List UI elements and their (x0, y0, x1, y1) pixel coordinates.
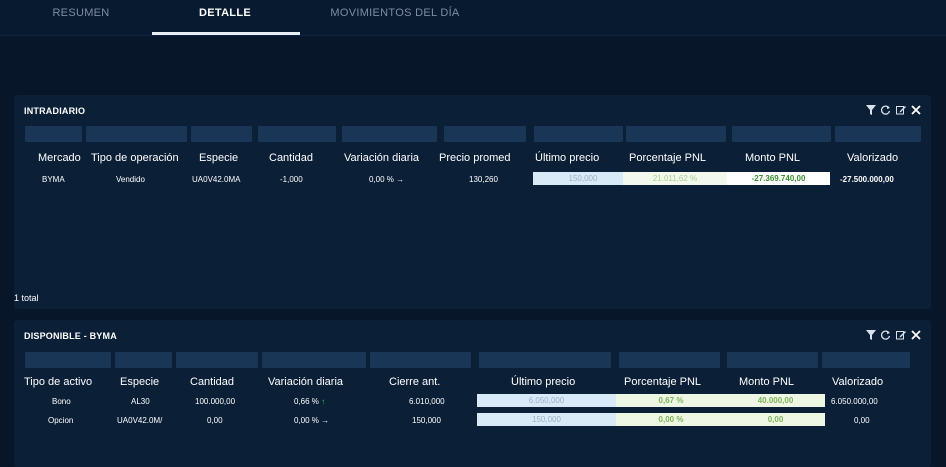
edit-icon[interactable] (895, 329, 906, 341)
arrow-right-icon: → (321, 416, 330, 425)
cell-porcentaje-pnl: 0,67 % (616, 394, 726, 407)
cell-porcentaje-pnl: 21.011,62 % (623, 172, 727, 185)
cell-precio-promed: 130,260 (469, 175, 498, 184)
refresh-icon[interactable] (880, 329, 891, 341)
cell-variacion: 0,00 % → (294, 416, 329, 425)
filter-input-ultimo-precio[interactable] (479, 352, 611, 368)
filter-icon[interactable] (865, 329, 876, 341)
cell-valorizado: -27.500.000,00 (840, 175, 894, 184)
filter-row (14, 352, 931, 370)
cell-tipo: Vendido (116, 175, 145, 184)
cell-valorizado: 0,00 (854, 416, 870, 425)
column-header-valorizado[interactable]: Valorizado (832, 376, 883, 388)
filter-input-variacion[interactable] (342, 126, 437, 142)
column-header-porcentaje-pnl[interactable]: Porcentaje PNL (624, 376, 701, 388)
cell-variacion: 0,00 % → (369, 175, 404, 184)
filter-input-valorizado[interactable] (835, 126, 921, 142)
column-header-cantidad[interactable]: Cantidad (269, 152, 313, 164)
variacion-value: 0,00 % (369, 175, 394, 184)
cell-ultimo-precio: 150,000 (477, 413, 616, 426)
cell-especie: UA0V42.0M/ (117, 416, 163, 425)
panel-title: DISPONIBLE - BYMA (24, 331, 117, 341)
filter-input-cierre-ant[interactable] (370, 352, 471, 368)
filter-input-cantidad[interactable] (176, 352, 258, 368)
filter-input-tipo-operacion[interactable] (86, 126, 187, 142)
cell-cierre-ant: 6.010,000 (409, 397, 445, 406)
column-header-tipo-operacion[interactable]: Tipo de operación (91, 152, 179, 164)
column-header-variacion-diaria[interactable]: Variación diaria (268, 376, 343, 388)
filter-input-especie[interactable] (115, 352, 172, 368)
column-header-cierre-ant[interactable]: Cierre ant. (389, 376, 440, 388)
filter-input-precio-promed[interactable] (444, 126, 526, 142)
total-count: 1 total (14, 293, 39, 303)
variacion-value: 0,66 % (294, 397, 319, 406)
cell-ultimo-precio: 150,000 (533, 172, 633, 185)
filter-icon[interactable] (865, 104, 876, 116)
cell-cantidad: 0,00 (207, 416, 223, 425)
intradiario-panel: INTRADIARIO Mercado Tipo de operación Es… (14, 95, 931, 309)
tab-bar: RESUMEN DETALLE MOVIMIENTOS DEL DÍA (0, 0, 946, 36)
filter-input-porcentaje-pnl[interactable] (619, 352, 720, 368)
cell-mercado: BYMA (42, 175, 65, 184)
close-icon[interactable] (910, 329, 921, 341)
column-header-valorizado[interactable]: Valorizado (847, 152, 898, 164)
close-icon[interactable] (910, 104, 921, 116)
cell-variacion: 0,66 % ↑ (294, 397, 325, 406)
arrow-up-icon: ↑ (321, 397, 326, 406)
cell-valorizado: 6.050.000,00 (831, 397, 878, 406)
filter-input-ultimo-precio[interactable] (534, 126, 623, 142)
panel-title: INTRADIARIO (24, 106, 86, 116)
filter-row (14, 126, 931, 144)
filter-input-mercado[interactable] (25, 126, 82, 142)
column-header-cantidad[interactable]: Cantidad (190, 376, 234, 388)
filter-input-cantidad[interactable] (258, 126, 336, 142)
cell-especie: UA0V42.0MA (192, 175, 241, 184)
cell-cierre-ant: 150,000 (412, 416, 441, 425)
variacion-value: 0,00 % (294, 416, 319, 425)
tab-resumen[interactable]: RESUMEN (46, 7, 116, 29)
cell-porcentaje-pnl: 0,00 % (616, 413, 726, 426)
cell-monto-pnl: -27.369.740,00 (727, 172, 830, 185)
column-header-monto-pnl[interactable]: Monto PNL (745, 152, 800, 164)
column-header-especie[interactable]: Especie (199, 152, 238, 164)
cell-cantidad: -1,000 (280, 175, 303, 184)
cell-ultimo-precio: 6.050,000 (477, 394, 616, 407)
cell-monto-pnl: 0,00 (726, 413, 825, 426)
cell-especie: AL30 (131, 397, 150, 406)
panel-toolbar (865, 329, 921, 341)
filter-input-tipo-activo[interactable] (25, 352, 111, 368)
tab-detalle[interactable]: DETALLE (190, 7, 260, 29)
column-header-porcentaje-pnl[interactable]: Porcentaje PNL (629, 152, 706, 164)
filter-input-especie[interactable] (191, 126, 252, 142)
panel-toolbar (865, 104, 921, 116)
column-header-especie[interactable]: Especie (120, 376, 159, 388)
filter-input-monto-pnl[interactable] (727, 352, 818, 368)
column-header-ultimo-precio[interactable]: Último precio (535, 152, 599, 164)
edit-icon[interactable] (895, 104, 906, 116)
column-header-precio-promed[interactable]: Precio promed (439, 152, 511, 164)
column-header-ultimo-precio[interactable]: Último precio (511, 376, 575, 388)
cell-monto-pnl: 40.000,00 (726, 394, 825, 407)
filter-input-monto-pnl[interactable] (732, 126, 831, 142)
filter-input-variacion[interactable] (262, 352, 366, 368)
cell-cantidad: 100.000,00 (195, 397, 236, 406)
refresh-icon[interactable] (880, 104, 891, 116)
column-header-monto-pnl[interactable]: Monto PNL (739, 376, 794, 388)
column-header-variacion-diaria[interactable]: Variación diaria (344, 152, 419, 164)
disponible-panel: DISPONIBLE - BYMA Tipo de activo Especie… (14, 320, 931, 467)
filter-input-valorizado[interactable] (822, 352, 910, 368)
arrow-right-icon: → (396, 175, 405, 184)
cell-tipo-activo: Opcion (48, 416, 74, 425)
active-tab-indicator (152, 32, 300, 35)
column-header-mercado[interactable]: Mercado (38, 152, 81, 164)
tab-movimientos-del-dia[interactable]: MOVIMIENTOS DEL DÍA (320, 7, 470, 29)
filter-input-porcentaje-pnl[interactable] (626, 126, 726, 142)
cell-tipo-activo: Bono (52, 397, 71, 406)
column-header-tipo-activo[interactable]: Tipo de activo (24, 376, 92, 388)
